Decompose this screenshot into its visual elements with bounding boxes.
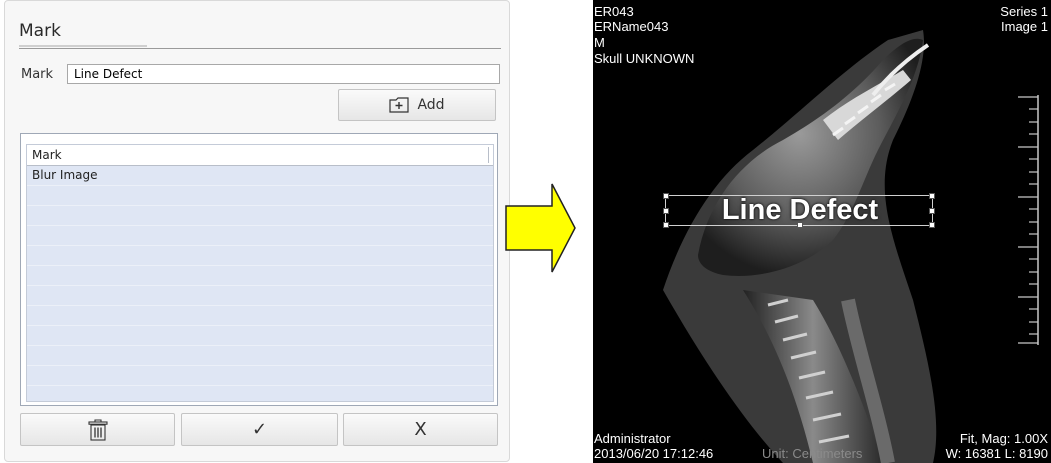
resize-handle[interactable] xyxy=(929,193,935,199)
window-level-label: W: 16381 L: 8190 xyxy=(945,446,1048,461)
title-underline-accent xyxy=(19,45,147,47)
acquisition-datetime: 2013/06/20 17:12:46 xyxy=(594,446,714,461)
list-item-empty xyxy=(27,206,493,226)
delete-button[interactable] xyxy=(20,413,175,446)
mark-input[interactable] xyxy=(67,64,500,84)
image-label: Image 1 xyxy=(1001,19,1048,34)
resize-handle[interactable] xyxy=(663,208,669,214)
ruler-scale xyxy=(1018,95,1039,345)
ok-button[interactable]: ✓ xyxy=(181,413,338,446)
patient-name: ERName043 xyxy=(594,19,669,34)
list-item-empty xyxy=(27,306,493,326)
title-divider xyxy=(19,48,501,49)
list-item-empty xyxy=(27,326,493,346)
list-item-empty xyxy=(27,226,493,246)
list-item-empty xyxy=(27,266,493,286)
unit-label: Unit: Centimeters xyxy=(762,446,863,461)
resize-handle[interactable] xyxy=(663,193,669,199)
magnification-label: Fit, Mag: 1.00X xyxy=(959,431,1048,446)
list-item-empty xyxy=(27,286,493,306)
mark-list: Mark Blur Image xyxy=(20,133,498,406)
mark-dialog: Mark Mark Add Mark Blur Image xyxy=(4,0,510,462)
dialog-title: Mark xyxy=(19,21,61,41)
cancel-button[interactable]: X xyxy=(343,413,498,446)
series-label: Series 1 xyxy=(1000,4,1048,19)
patient-id: ER043 xyxy=(594,4,634,19)
resize-handle[interactable] xyxy=(797,222,803,228)
resize-handle[interactable] xyxy=(663,222,669,228)
list-item[interactable]: Blur Image xyxy=(27,166,493,186)
mark-list-grid: Mark Blur Image xyxy=(26,144,494,402)
list-item-empty xyxy=(27,366,493,386)
operator-name: Administrator xyxy=(594,431,671,446)
mark-field-label: Mark xyxy=(21,67,54,82)
annotation-box[interactable]: Line Defect xyxy=(663,193,935,228)
add-button[interactable]: Add xyxy=(338,89,496,121)
plus-box-icon xyxy=(389,97,410,113)
list-item-empty xyxy=(27,186,493,206)
right-arrow-icon xyxy=(505,183,576,273)
checkmark-icon: ✓ xyxy=(251,419,268,440)
list-item-empty xyxy=(27,386,493,405)
mark-list-header: Mark xyxy=(27,145,493,166)
list-item-empty xyxy=(27,246,493,266)
patient-sex: M xyxy=(594,35,605,50)
resize-handle[interactable] xyxy=(929,208,935,214)
skull-xray-image xyxy=(663,30,937,463)
xray-viewer[interactable]: ER043 ERName043 M Skull UNKNOWN Series 1… xyxy=(593,0,1051,463)
trash-icon xyxy=(87,418,108,441)
cancel-button-label: X xyxy=(414,419,427,440)
body-part: Skull UNKNOWN xyxy=(594,51,695,66)
list-item-empty xyxy=(27,346,493,366)
add-button-label: Add xyxy=(417,97,445,113)
resize-handle[interactable] xyxy=(929,222,935,228)
